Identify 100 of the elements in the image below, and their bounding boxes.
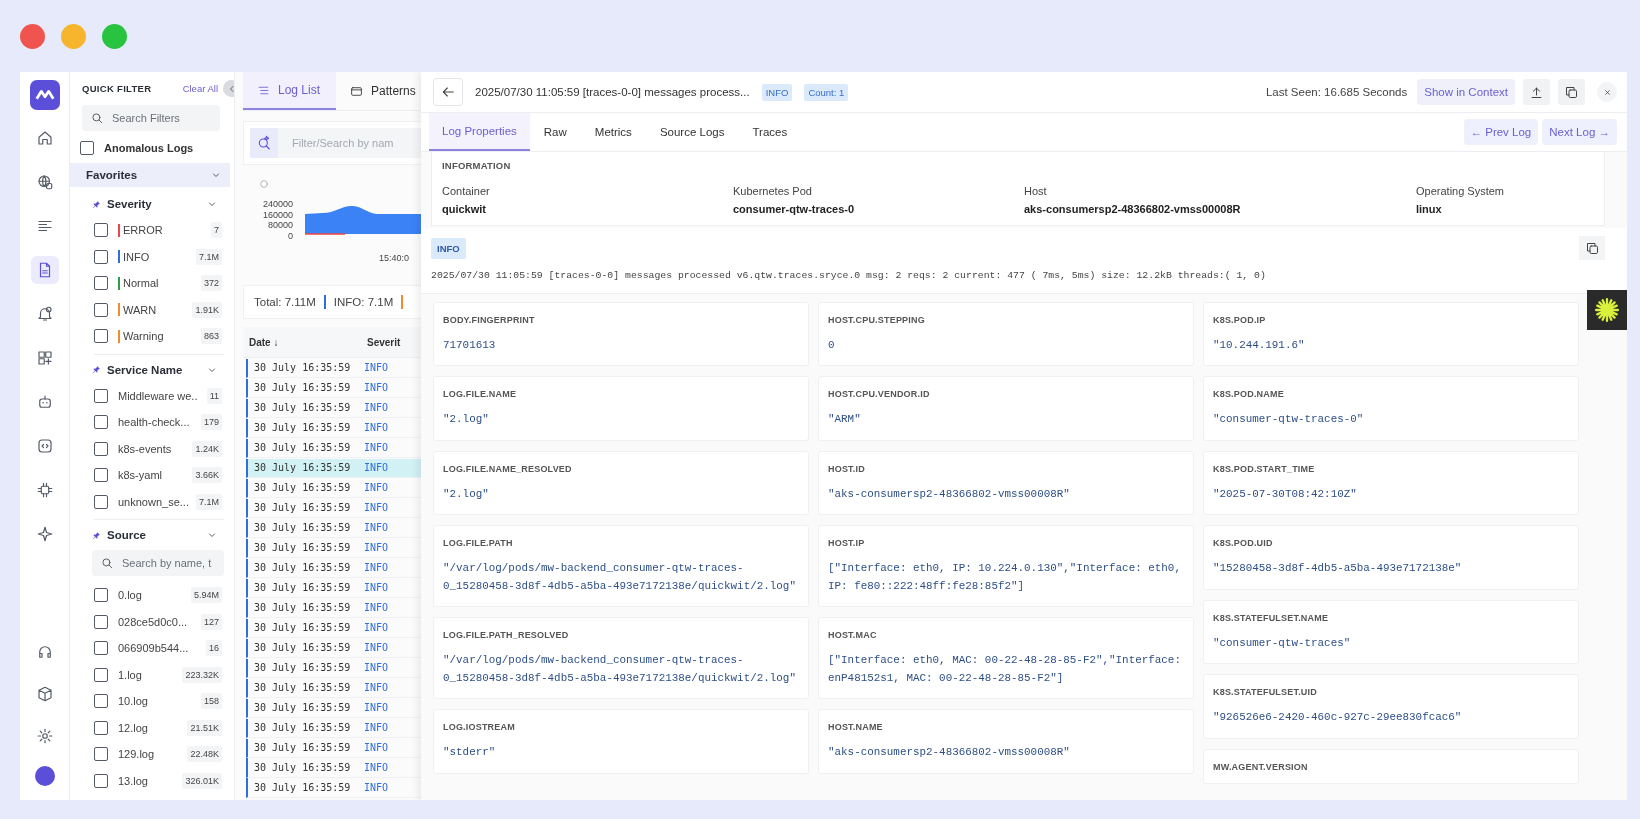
checkbox[interactable] bbox=[94, 441, 108, 456]
checkbox[interactable] bbox=[94, 468, 108, 483]
attribute-key: HOST.NAME bbox=[828, 722, 1184, 733]
date-cell-text: 30 July 16:35:59 bbox=[253, 622, 352, 634]
option-count: 1.91K bbox=[192, 301, 222, 318]
checkbox[interactable] bbox=[94, 720, 108, 735]
attribute-value: "15280458-3d8f-4db5-a5ba-493e7172138e" bbox=[1213, 561, 1463, 577]
tab[interactable]: Patterns bbox=[336, 72, 421, 110]
copy-button[interactable] bbox=[1558, 79, 1585, 105]
tab[interactable]: Raw bbox=[529, 113, 581, 151]
ai-search-button[interactable] bbox=[250, 128, 278, 158]
back-button[interactable] bbox=[433, 78, 463, 106]
field-value: linux bbox=[1416, 203, 1443, 215]
date-cell-text: 30 July 16:35:59 bbox=[253, 462, 352, 474]
attribute-key: K8S.STATEFULSET.UID bbox=[1213, 687, 1569, 698]
field-value: quickwit bbox=[442, 203, 487, 215]
checkbox[interactable] bbox=[94, 588, 108, 603]
severity-cell: INFO bbox=[364, 782, 389, 794]
attribute-value: "2025-07-30T08:42:10Z" bbox=[1213, 486, 1358, 502]
search-box[interactable]: Filter/Search by nam bbox=[250, 128, 421, 158]
document-icon[interactable] bbox=[30, 256, 59, 284]
option-count: 11 bbox=[206, 387, 222, 404]
avatar-icon[interactable] bbox=[32, 764, 57, 788]
column-header[interactable]: Date ↓ bbox=[243, 336, 367, 348]
checkbox[interactable] bbox=[94, 494, 108, 509]
axis-label: 160000 bbox=[262, 209, 293, 220]
severity-cell: INFO bbox=[364, 622, 389, 634]
option-label: 066909b544... bbox=[118, 642, 190, 655]
severity-cell: INFO bbox=[364, 682, 389, 694]
total-count: Total: 7.11M bbox=[254, 296, 316, 308]
search-box[interactable]: Search by name, t bbox=[92, 550, 224, 576]
option-count: 127 bbox=[200, 613, 222, 630]
log-message: 2025/07/30 11:05:59 [traces-0-0] messages processed v6.qtw.traces.sryce.0 msg: 2 reqs: 2 current: 477 ( 7ms, 5ms) size: 12.2kB threads:( 1, 0) bbox=[431, 270, 1267, 281]
tab[interactable]: Source Logs bbox=[645, 113, 739, 151]
attribute-key: K8S.POD.UID bbox=[1213, 538, 1569, 549]
attribute-key: K8S.POD.NAME bbox=[1213, 389, 1569, 400]
attribute-value: "926526e6-2420-460c-927c-29ee830fcac6" bbox=[1213, 710, 1463, 726]
checkbox[interactable] bbox=[94, 694, 108, 709]
checkbox[interactable] bbox=[94, 302, 108, 317]
attribute-value: "consumer-qtw-traces-0" bbox=[1213, 412, 1365, 428]
option-count: 5.94M bbox=[191, 587, 222, 604]
option-label: Middleware we.. bbox=[118, 389, 199, 402]
close-button[interactable] bbox=[20, 24, 45, 49]
date-cell-text: 30 July 16:35:59 bbox=[253, 522, 352, 534]
column-header[interactable]: Severit bbox=[367, 336, 401, 348]
checkbox[interactable] bbox=[94, 415, 108, 430]
attribute-key: K8S.STATEFULSET.NAME bbox=[1213, 612, 1569, 623]
option-label: 1.log bbox=[118, 668, 143, 681]
checkbox[interactable] bbox=[94, 223, 108, 238]
tab[interactable]: Traces bbox=[738, 113, 802, 151]
tab[interactable]: Metrics bbox=[580, 113, 646, 151]
checkbox[interactable] bbox=[94, 667, 108, 682]
attribute-key: HOST.MAC bbox=[828, 630, 1184, 641]
option-label: INFO bbox=[123, 250, 151, 263]
pager-button[interactable]: ← Prev Log bbox=[1463, 119, 1539, 145]
search-box[interactable]: Search Filters bbox=[82, 105, 220, 131]
checkbox[interactable] bbox=[94, 773, 108, 788]
date-cell-text: 30 July 16:35:59 bbox=[253, 602, 352, 614]
search-field[interactable]: Filter/Search by nam bbox=[292, 137, 421, 149]
date-cell-text: 30 July 16:35:59 bbox=[253, 542, 352, 554]
date-cell-text: 30 July 16:35:59 bbox=[253, 382, 352, 394]
checkbox[interactable] bbox=[94, 249, 108, 264]
clear-all-link[interactable]: Clear All bbox=[182, 82, 218, 94]
severity-cell: INFO bbox=[364, 742, 389, 754]
checkbox[interactable] bbox=[94, 388, 108, 403]
date-cell-text: 30 July 16:35:59 bbox=[253, 642, 352, 654]
severity-cell: INFO bbox=[364, 502, 389, 514]
logo-icon[interactable] bbox=[29, 80, 60, 110]
search-field[interactable]: Search Filters bbox=[112, 112, 212, 124]
checkbox[interactable] bbox=[94, 747, 108, 762]
close-button[interactable] bbox=[1597, 82, 1617, 102]
log-row[interactable]: 30 July 16:35:59 INFO bbox=[246, 458, 421, 478]
severity-cell: INFO bbox=[364, 402, 389, 414]
search-field[interactable]: Search by name, t bbox=[122, 557, 220, 569]
sparkle-search-icon bbox=[256, 135, 272, 151]
checkbox[interactable] bbox=[80, 141, 94, 155]
checkbox[interactable] bbox=[94, 641, 108, 656]
copy-button[interactable] bbox=[1579, 236, 1605, 260]
severity-cell: INFO bbox=[364, 722, 389, 734]
show-in-context-button[interactable]: Show in Context bbox=[1417, 79, 1515, 105]
upload-icon bbox=[1529, 84, 1544, 100]
attribute-value: "stderr" bbox=[443, 745, 497, 761]
axis-label: 80000 bbox=[267, 220, 293, 231]
severity-cell: INFO bbox=[364, 582, 389, 594]
tab[interactable]: Log Properties bbox=[429, 113, 530, 151]
checkbox[interactable] bbox=[94, 614, 108, 629]
tab[interactable]: Log List bbox=[243, 72, 337, 110]
asterisk-button[interactable] bbox=[1587, 290, 1627, 330]
date-cell-text: 30 July 16:35:59 bbox=[253, 562, 352, 574]
pager-button[interactable]: Next Log → bbox=[1542, 119, 1617, 145]
option-count: 7.1M bbox=[196, 493, 222, 510]
export-button[interactable] bbox=[1523, 79, 1550, 105]
checkbox[interactable] bbox=[94, 329, 108, 344]
severity-cell: INFO bbox=[364, 762, 389, 774]
option-label: 129.log bbox=[118, 748, 156, 761]
severity-cell: INFO bbox=[364, 542, 389, 554]
section-header[interactable]: Favorites bbox=[70, 163, 230, 187]
option-count: 223.32K bbox=[182, 666, 222, 683]
checkbox[interactable] bbox=[94, 276, 108, 291]
field-label: Operating System bbox=[1416, 185, 1506, 197]
